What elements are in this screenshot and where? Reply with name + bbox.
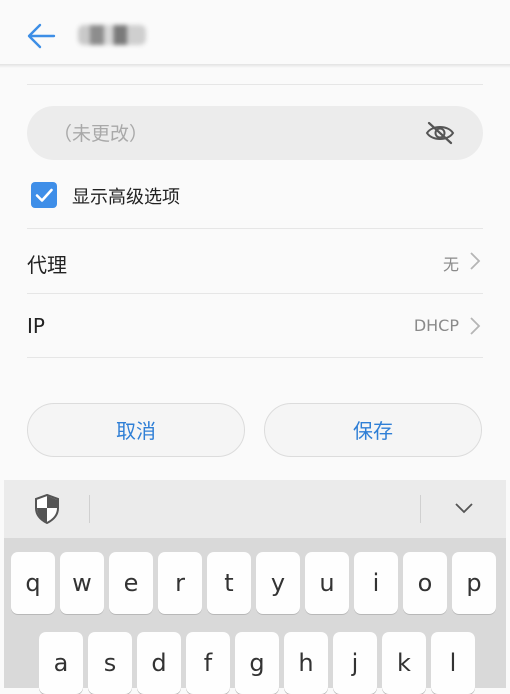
advanced-options-label: 显示高级选项 (72, 187, 180, 208)
key-l[interactable]: l (431, 632, 475, 694)
eye-off-icon[interactable] (425, 120, 455, 146)
key-a[interactable]: a (39, 632, 83, 694)
advanced-options-checkbox[interactable] (31, 182, 57, 208)
proxy-label: 代理 (27, 253, 67, 277)
key-e[interactable]: e (109, 552, 153, 614)
key-q[interactable]: q (11, 552, 55, 614)
ip-setting-row[interactable]: IP DHCP (27, 294, 483, 358)
chevron-right-icon (470, 317, 481, 335)
shield-icon[interactable] (34, 493, 60, 525)
app-bar (0, 0, 510, 66)
password-input[interactable] (51, 106, 415, 162)
key-w[interactable]: w (60, 552, 104, 614)
key-j[interactable]: j (333, 632, 377, 694)
redacted-network-name (78, 25, 146, 45)
key-f[interactable]: f (186, 632, 230, 694)
proxy-setting-row[interactable]: 代理 无 (27, 229, 483, 293)
password-field (27, 106, 483, 162)
keyboard-toolbar (4, 480, 506, 538)
cancel-button[interactable]: 取消 (27, 403, 245, 457)
checkmark-icon (35, 188, 53, 202)
key-u[interactable]: u (305, 552, 349, 614)
key-r[interactable]: r (158, 552, 202, 614)
key-o[interactable]: o (403, 552, 447, 614)
key-y[interactable]: y (256, 552, 300, 614)
key-d[interactable]: d (137, 632, 181, 694)
soft-keyboard: q w e r t y u i o p a s d f g h j k l (4, 538, 506, 694)
key-p[interactable]: p (452, 552, 496, 614)
app-bar-divider (0, 64, 510, 68)
chevron-down-icon[interactable] (454, 500, 474, 516)
key-s[interactable]: s (88, 632, 132, 694)
ip-label: IP (27, 314, 45, 338)
ip-value: DHCP (413, 316, 459, 335)
proxy-value: 无 (442, 255, 459, 274)
toolbar-separator (89, 495, 90, 523)
toolbar-separator (420, 495, 421, 523)
key-t[interactable]: t (207, 552, 251, 614)
chevron-right-icon (470, 252, 481, 270)
key-h[interactable]: h (284, 632, 328, 694)
back-arrow-icon[interactable] (24, 18, 60, 54)
divider (27, 84, 483, 85)
key-i[interactable]: i (354, 552, 398, 614)
save-button[interactable]: 保存 (264, 403, 482, 457)
divider (27, 357, 483, 358)
key-g[interactable]: g (235, 632, 279, 694)
key-k[interactable]: k (382, 632, 426, 694)
